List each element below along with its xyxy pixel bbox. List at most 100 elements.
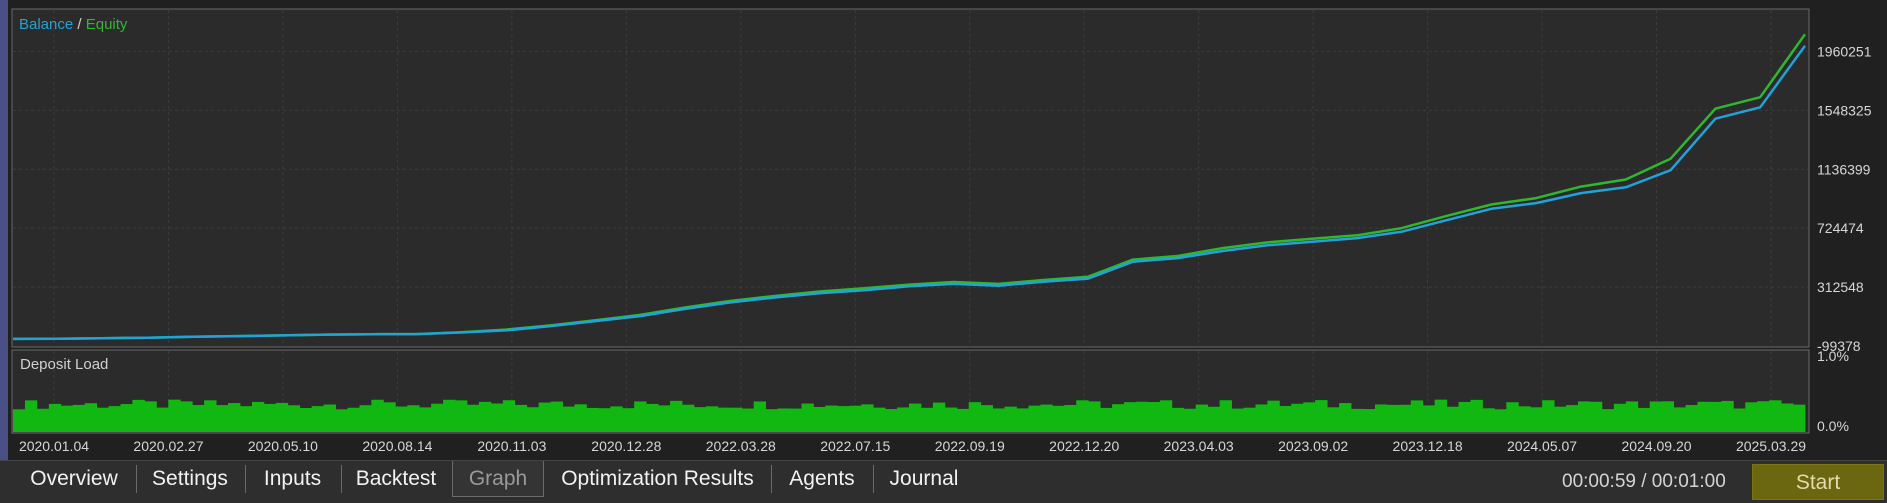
start-button[interactable]: Start — [1752, 464, 1884, 500]
deposit-load-bar — [992, 408, 1005, 432]
tab-journal[interactable]: Journal — [875, 461, 973, 497]
deposit-load-bar — [765, 409, 778, 432]
deposit-load-bar — [562, 406, 575, 432]
deposit-load-bar — [1052, 405, 1065, 432]
deposit-load-bar — [1637, 407, 1651, 432]
deposit-load-bar — [431, 403, 444, 432]
deposit-load-bar — [1339, 403, 1352, 432]
x-tick-label: 2020.02.27 — [133, 438, 203, 454]
deposit-load-bar — [729, 407, 743, 432]
deposit-load-bar — [1374, 404, 1388, 432]
deposit-load-bar — [371, 399, 384, 432]
deposit-load-bar — [156, 407, 169, 432]
deposit-load-bar — [1386, 404, 1400, 432]
x-tick-label: 2024.05.07 — [1507, 438, 1577, 454]
deposit-load-bar — [383, 402, 396, 432]
deposit-load-bar — [1231, 408, 1244, 432]
tab-separator — [873, 465, 874, 493]
x-tick-label: 2022.03.28 — [706, 438, 776, 454]
left-edge-strip — [0, 0, 8, 460]
deposit-load-bar — [443, 399, 456, 432]
deposit-load-bar — [132, 399, 145, 432]
deposit-load-bar — [335, 409, 348, 432]
deposit-load-bar — [263, 403, 277, 432]
deposit-load-bar — [1661, 401, 1674, 432]
deposit-load-bar — [885, 409, 898, 432]
deposit-load-bar — [1327, 407, 1340, 432]
deposit-load-bar — [538, 402, 551, 432]
deposit-load-bar — [36, 408, 50, 432]
deposit-load-bar — [956, 408, 970, 432]
deposit-load-bar — [96, 407, 109, 432]
deposit-load-bar — [228, 403, 241, 432]
deposit-load-bar — [741, 408, 755, 432]
deposit-load-bar — [1088, 401, 1101, 432]
deposit-load-bar — [1530, 407, 1543, 432]
x-tick-label: 2022.09.19 — [935, 438, 1005, 454]
x-tick-label: 2022.07.15 — [820, 438, 890, 454]
tab-overview[interactable]: Overview — [14, 461, 134, 497]
x-tick-label: 2020.08.14 — [362, 438, 432, 454]
deposit-load-bar — [897, 407, 910, 432]
deposit-load-bar — [1362, 409, 1376, 432]
legend-separator: / — [73, 16, 86, 33]
y-tick-label: 1960251 — [1817, 43, 1872, 59]
deposit-load-bar — [299, 408, 313, 432]
deposit-load-bar — [1398, 404, 1412, 432]
deposit-load-bar — [1267, 400, 1280, 432]
legend-equity: Equity — [86, 16, 128, 33]
deposit-load-bar — [968, 402, 982, 432]
deposit-load-bar — [693, 407, 707, 432]
deposit-load-bar — [1279, 405, 1292, 432]
deposit-load-bar — [1685, 405, 1698, 432]
tab-settings[interactable]: Settings — [138, 461, 242, 497]
tab-agents[interactable]: Agents — [773, 461, 871, 497]
deposit-load-bar — [395, 406, 408, 432]
x-tick-label: 2025.03.29 — [1736, 438, 1806, 454]
deposit-load-bar — [1673, 407, 1686, 432]
deposit-load-bar — [1124, 402, 1137, 432]
deposit-load-bar — [1159, 400, 1173, 432]
deposit-load-bar — [1506, 402, 1519, 432]
x-tick-label: 2024.09.20 — [1621, 438, 1691, 454]
tester-tab-bar: Overview Settings Inputs Backtest Graph … — [0, 460, 1887, 503]
deposit-load-bar — [108, 406, 121, 432]
deposit-load-bar — [1781, 403, 1794, 432]
tab-backtest[interactable]: Backtest — [343, 461, 449, 497]
deposit-load-bar — [1625, 401, 1639, 432]
tab-inputs[interactable]: Inputs — [247, 461, 338, 497]
deposit-load-bar — [1721, 400, 1734, 432]
deposit-load-bar — [216, 405, 229, 432]
deposit-load-bar — [610, 406, 623, 432]
deposit-load-bar — [670, 400, 683, 432]
deposit-load-bar — [1303, 402, 1316, 432]
deposit-load-bar — [1028, 405, 1041, 432]
deposit-load-bar — [1601, 409, 1615, 432]
deposit-load-bar — [1016, 408, 1029, 432]
deposit-load-bar — [920, 407, 934, 432]
y-tick-label: 1548325 — [1817, 102, 1872, 118]
tab-graph[interactable]: Graph — [452, 461, 544, 497]
y-tick-label: 1.0% — [1817, 348, 1849, 364]
deposit-load-bar — [801, 403, 814, 432]
tab-optimization-results[interactable]: Optimization Results — [546, 461, 769, 497]
x-tick-label: 2020.01.04 — [19, 438, 89, 454]
deposit-load-bar — [1422, 405, 1436, 432]
deposit-load-bar — [1745, 402, 1758, 432]
deposit-load-bar — [347, 407, 360, 432]
tab-separator — [245, 465, 246, 493]
deposit-load-bar — [144, 401, 157, 432]
strategy-tester-graph: 1960251 1548325 1136399 724474 312548 -99378 … — [8, 0, 1887, 460]
deposit-load-bar — [1613, 403, 1627, 432]
deposit-load-bar — [1446, 406, 1459, 432]
x-tick-label: 2023.04.03 — [1164, 438, 1234, 454]
deposit-load-bar — [550, 401, 563, 432]
deposit-load-bar — [168, 399, 181, 432]
x-tick-label: 2023.12.18 — [1393, 438, 1463, 454]
deposit-load-bar — [407, 405, 420, 432]
deposit-load-bar — [1494, 409, 1507, 432]
x-tick-label: 2020.11.03 — [477, 438, 546, 454]
deposit-load-bar — [478, 401, 492, 432]
deposit-load-bar — [251, 401, 265, 432]
y-tick-label: 724474 — [1817, 220, 1864, 236]
